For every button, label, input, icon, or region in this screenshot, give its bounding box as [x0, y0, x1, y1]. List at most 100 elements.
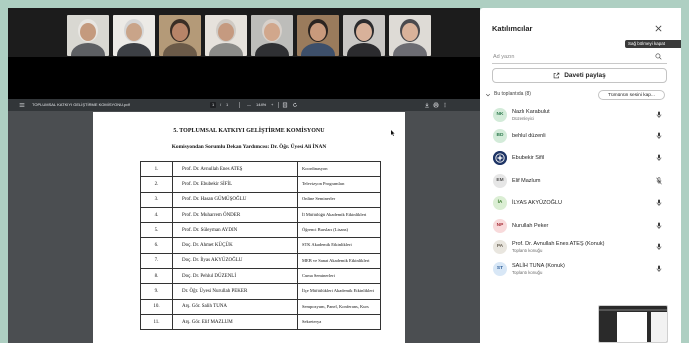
member-name: Prof. Dr. Hasan GÜMÜŞOĞLU [172, 191, 298, 208]
row-number: 1. [140, 160, 173, 178]
microphone-icon[interactable] [656, 154, 662, 162]
participant-video-tile[interactable] [297, 15, 339, 56]
zoom-level[interactable]: 144% [256, 99, 266, 111]
table-row: 6. Doç. Dr. Ahmet KÜÇÜK STK Akademik Etkin… [140, 237, 381, 254]
participant-name: Elif Mazlum [512, 178, 541, 184]
row-number: 8. [140, 268, 173, 285]
member-duty: MEB ve Sanat Akademik Etkinlikleri [297, 252, 381, 270]
participant-row[interactable]: İA İLYAS AKYÜZOĞLU [480, 193, 681, 213]
participant-name: Prof. Dr. Avnullah Enes ATEŞ (Konuk) [512, 241, 605, 247]
member-name: Prof. Dr. Ebubekir SİFİL [172, 176, 298, 193]
panel-title: Katılımcılar [492, 24, 533, 33]
member-name: Doç. Dr. Pehlul DÜZENLİ [172, 268, 298, 285]
member-name: Doç. Dr. İlyas AKYÜZOĞLU [172, 252, 298, 270]
microphone-icon[interactable] [656, 132, 662, 140]
participant-name: behlul düzenli [512, 133, 546, 139]
close-icon[interactable] [654, 24, 663, 33]
participant-video-tile[interactable] [113, 15, 155, 56]
participant-row[interactable]: ST SALİH TUNA (Konuk) Toplantı konuğu [480, 259, 681, 279]
table-row: 4. Prof. Dr. Muharrem ÖNDER İl Müftülüğü A… [140, 206, 381, 224]
participant-row[interactable]: PA Prof. Dr. Avnullah Enes ATEŞ (Konuk) … [480, 237, 681, 257]
member-name: Doç. Dr. Ahmet KÜÇÜK [172, 237, 298, 254]
video-face [310, 23, 326, 41]
row-number: 10. [140, 298, 173, 315]
rotate-icon [293, 102, 297, 107]
table-row: 11. Arş. Gör. Elif MAZLUM Sekreterya [140, 313, 381, 331]
participant-row[interactable]: BD behlul düzenli [480, 126, 681, 146]
video-gallery-strip [8, 8, 480, 57]
pdf-page[interactable]: 5. TOPLUMSAL KATKIYI GELİŞTİRME KOMİSYON… [93, 112, 405, 343]
page-separator: / [220, 102, 222, 107]
print-button[interactable] [433, 99, 439, 111]
microphone-icon[interactable] [656, 199, 662, 207]
fit-page-button[interactable] [282, 99, 288, 111]
microphone-icon[interactable] [656, 222, 662, 230]
participant-name: Ebubekir Sifil [512, 155, 545, 161]
print-icon [433, 102, 439, 108]
chevron-down-icon[interactable] [485, 92, 491, 98]
meeting-stage: TOPLUMSAL KATKIYI GELİŞTİRME KOMİSYONU.p… [8, 8, 480, 343]
participant-role: Toplantı konuğu [512, 248, 543, 253]
share-invite-button[interactable]: Daveti paylaş [492, 68, 667, 83]
rotate-button[interactable] [292, 99, 298, 111]
menu-button[interactable] [19, 99, 25, 111]
zoom-in-button[interactable]: + [271, 99, 273, 111]
more-options-button[interactable] [442, 99, 448, 111]
avatar: NP [493, 219, 507, 233]
participant-row[interactable]: EM Elif Mazlum [480, 171, 681, 191]
mute-all-button[interactable]: Tümünün sesini kap... [598, 89, 665, 100]
share-icon [553, 72, 560, 79]
microphone-icon[interactable] [656, 243, 662, 251]
member-duty: Koordinasyon [297, 160, 381, 178]
microphone-off-icon[interactable] [656, 177, 662, 185]
participant-video-tile[interactable] [251, 15, 293, 56]
page-current: 1 [210, 102, 217, 108]
pdf-file-name: TOPLUMSAL KATKIYI GELİŞTİRME KOMİSYONU.p… [32, 102, 130, 107]
participants-panel: Katılımcılar Sağ bölmeyi kapat Daveti pa… [480, 8, 681, 343]
table-row: 10. Arş. Gör. Salih TUNA Sempozyum, Panel,… [140, 298, 381, 315]
participant-video-tile[interactable] [67, 15, 109, 56]
video-face [356, 23, 372, 41]
member-name: Prof. Dr. Muharrem ÖNDER [172, 206, 298, 224]
participant-role: Toplantı konuğu [512, 270, 543, 275]
search-input[interactable] [493, 51, 653, 63]
participant-name: İLYAS AKYÜZOĞLU [512, 200, 562, 206]
avatar: NK [493, 108, 507, 122]
share-invite-label: Daveti paylaş [564, 72, 606, 79]
participant-row[interactable]: NP Nurullah Peker [480, 216, 681, 236]
more-icon [444, 102, 446, 108]
page-number-input[interactable]: 1 [210, 99, 217, 111]
participant-video-tile[interactable] [343, 15, 385, 56]
member-duty: İlçe Müftülükleri Akademik Etkinlikleri [297, 283, 381, 300]
search-icon[interactable] [655, 53, 662, 60]
pdf-viewer[interactable]: 5. TOPLUMSAL KATKIYI GELİŞTİRME KOMİSYON… [8, 111, 480, 343]
row-number: 3. [140, 191, 173, 208]
member-name: Prof. Dr. Avnullah Enes ATEŞ [172, 160, 298, 178]
table-row: 3. Prof. Dr. Hasan GÜMÜŞOĞLU Online Semine… [140, 191, 381, 208]
page-total: 1 [226, 102, 229, 107]
microphone-icon[interactable] [656, 265, 662, 273]
download-button[interactable] [424, 99, 430, 111]
row-number: 6. [140, 237, 173, 254]
video-shirt [209, 43, 243, 56]
participant-video-tile[interactable] [389, 15, 431, 56]
video-shirt [117, 43, 151, 56]
member-name: Prof. Dr. Süleyman AYDIN [172, 222, 298, 239]
member-duty: Sekreterya [297, 313, 381, 331]
participant-row[interactable]: Ebubekir Sifil [480, 148, 681, 168]
microphone-icon[interactable] [656, 111, 662, 119]
zoom-out-button[interactable]: — [247, 99, 251, 111]
participant-row[interactable]: NK Nazlı Karabulut Düzenleyici [480, 105, 681, 125]
self-view-preview[interactable] [598, 305, 668, 343]
video-face [80, 23, 96, 41]
toolbar-divider [239, 102, 240, 108]
row-number: 5. [140, 222, 173, 239]
video-face [218, 23, 234, 41]
avatar: EM [493, 174, 507, 188]
section-label[interactable]: Bu toplantıda (8) [494, 89, 531, 100]
participant-video-tile[interactable] [159, 15, 201, 56]
table-row: 9. Dr. Öğr. Üyesi Nurullah PEKER İlçe Müft… [140, 283, 381, 300]
participant-video-tile[interactable] [205, 15, 247, 56]
avatar: BD [493, 129, 507, 143]
participant-name: SALİH TUNA (Konuk) [512, 263, 565, 269]
